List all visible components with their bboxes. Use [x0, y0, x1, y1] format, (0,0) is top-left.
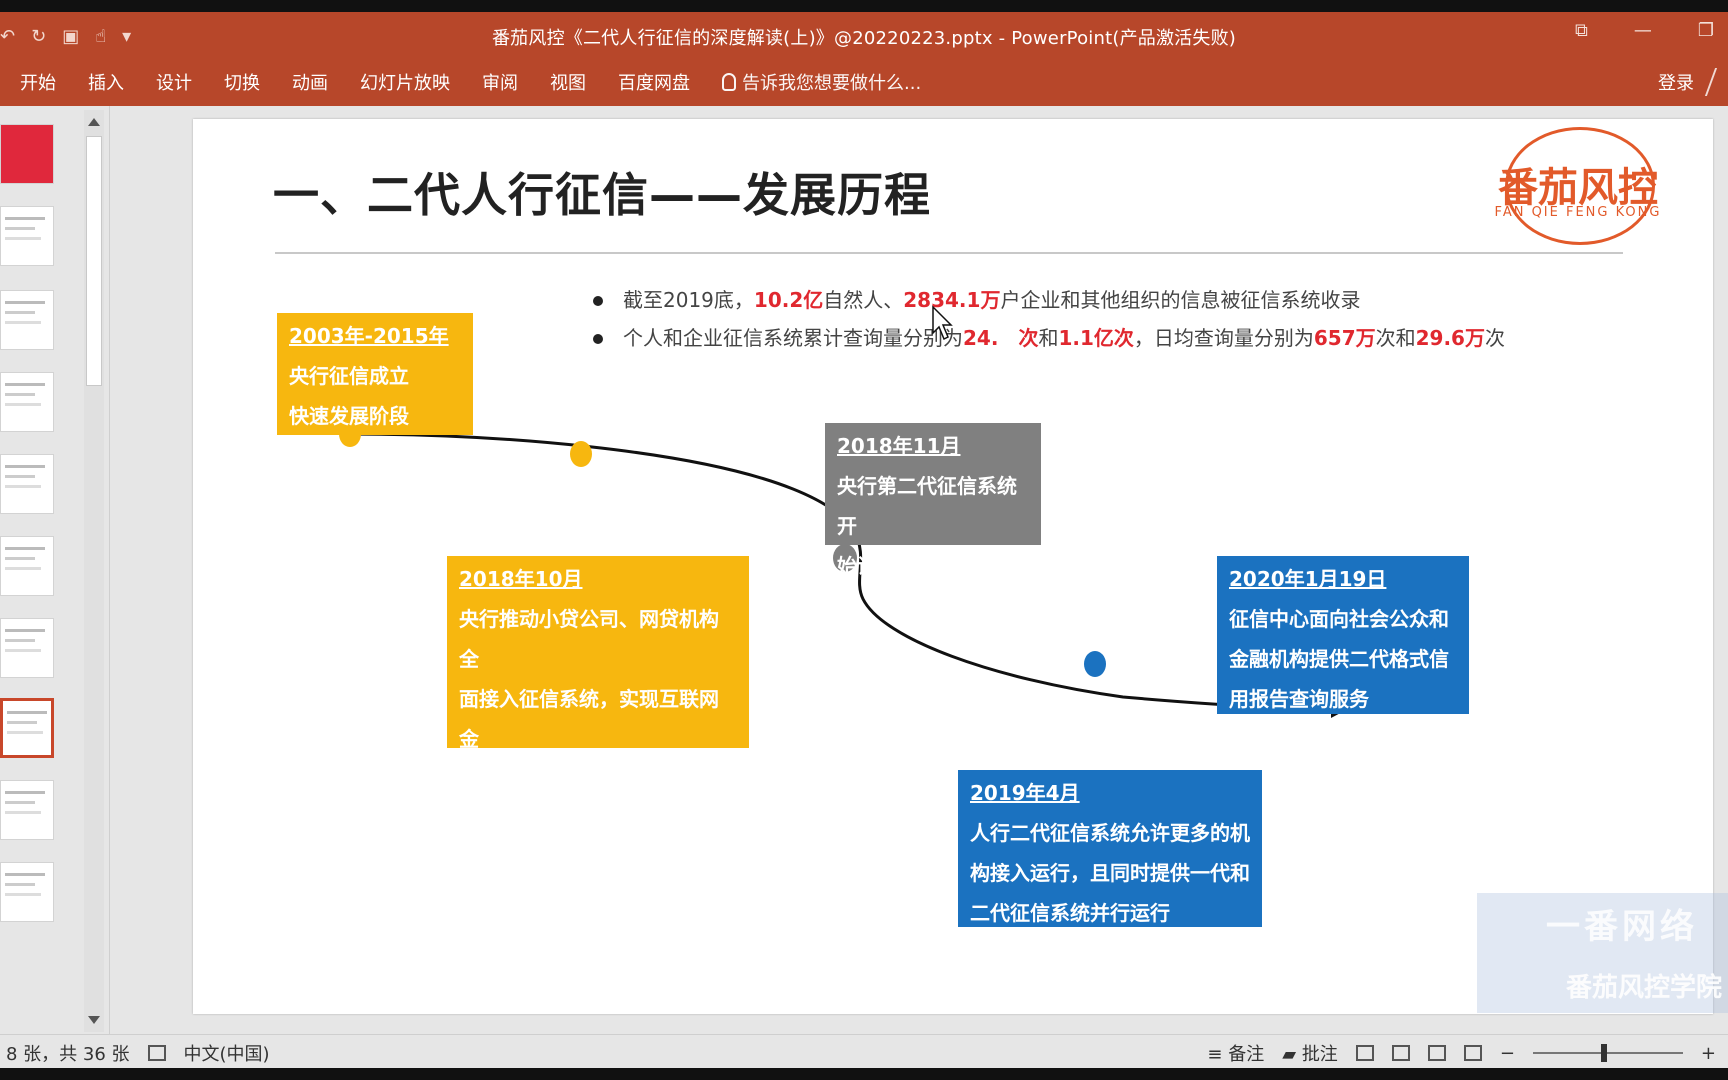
- slide-thumbnail[interactable]: [0, 618, 54, 678]
- zoom-slider-knob[interactable]: [1600, 1044, 1607, 1062]
- milestone-dot: [1084, 651, 1106, 677]
- zoom-out-icon[interactable]: −: [1500, 1043, 1515, 1064]
- tell-me-text: 告诉我您想要做什么...: [742, 73, 922, 94]
- scroll-up-icon[interactable]: [88, 118, 100, 126]
- milestone-dot: [570, 441, 592, 467]
- title-bar: ↶ ↻ ▣ ☝ ▾ 番茄风控《二代人行征信的深度解读(上)》@20220223.…: [0, 12, 1728, 60]
- thumbnail-scrollbar[interactable]: [84, 110, 104, 1032]
- box-text-line: 金融机构提供二代格式信: [1229, 647, 1449, 671]
- mouse-cursor: [932, 305, 953, 341]
- language-indicator[interactable]: 中文(中国): [184, 1040, 270, 1066]
- tell-me-search[interactable]: 告诉我您想要做什么...: [722, 69, 921, 95]
- tab-transitions[interactable]: 切换: [224, 69, 260, 95]
- share-icon[interactable]: [1704, 68, 1728, 96]
- ribbon-display-icon[interactable]: ⧉: [1575, 20, 1588, 41]
- tab-slideshow[interactable]: 幻灯片放映: [360, 69, 450, 95]
- spellcheck-icon[interactable]: [147, 1045, 166, 1061]
- tab-baidu-netdisk[interactable]: 百度网盘: [618, 69, 690, 95]
- maximize-button[interactable]: ❐: [1698, 20, 1714, 41]
- reading-view-icon[interactable]: [1427, 1045, 1446, 1061]
- powerpoint-window: ↶ ↻ ▣ ☝ ▾ 番茄风控《二代人行征信的深度解读(上)》@20220223.…: [0, 0, 1728, 1080]
- box-date: 2003年-2015年: [289, 324, 449, 348]
- notes-label: 备注: [1228, 1044, 1265, 1065]
- timeline-box-2020-01[interactable]: 2020年1月19日 征信中心面向社会公众和 金融机构提供二代格式信 用报告查询…: [1217, 556, 1469, 714]
- window-title: 番茄风控《二代人行征信的深度解读(上)》@20220223.pptx - Pow…: [491, 28, 1237, 49]
- slide-thumbnail[interactable]: [0, 372, 54, 432]
- scroll-down-icon[interactable]: [88, 1016, 100, 1024]
- slide-thumbnail[interactable]: [0, 862, 54, 922]
- ribbon-tabs-bar: 开始 插入 设计 切换 动画 幻灯片放映 审阅 视图 百度网盘 告诉我您想要做什…: [0, 60, 1728, 106]
- box-text-line: 融、互联网电商等领域的信用信: [459, 767, 719, 831]
- minimize-button[interactable]: —: [1634, 20, 1652, 41]
- box-text-line: 面接入征信系统，实现互联网金: [459, 687, 719, 751]
- tab-home[interactable]: 开始: [20, 69, 56, 95]
- watermark-line1: 一番网络: [1546, 907, 1698, 947]
- lightbulb-icon: [722, 73, 736, 91]
- comments-button[interactable]: ▰ 批注: [1282, 1040, 1338, 1066]
- slide-thumbnail[interactable]: [0, 780, 54, 840]
- zoom-slider[interactable]: [1532, 1044, 1683, 1062]
- box-date: 2018年11月: [837, 434, 961, 458]
- slide-count: 8 张，共 36 张: [6, 1044, 130, 1065]
- box-date: 2018年10月: [459, 567, 583, 591]
- normal-view-icon[interactable]: [1355, 1045, 1374, 1061]
- slideshow-view-icon[interactable]: [1463, 1045, 1482, 1061]
- window-controls: ⧉ — ❐: [1575, 20, 1728, 41]
- slide-thumbnail[interactable]: [0, 206, 54, 266]
- slide-thumbnail[interactable]: [0, 536, 54, 596]
- tab-design[interactable]: 设计: [156, 69, 192, 95]
- slide[interactable]: 一、二代人行征信——发展历程 番茄风控 FAN QIE FENG KONG 截至…: [193, 119, 1713, 1014]
- login-button[interactable]: 登录: [1658, 69, 1694, 95]
- timeline-box-2018-11[interactable]: 2018年11月 央行第二代征信系统开 始试运行: [825, 423, 1041, 578]
- ribbon-tabs: 开始 插入 设计 切换 动画 幻灯片放映 审阅 视图 百度网盘 告诉我您想要做什…: [20, 69, 921, 95]
- box-text-line: 人行二代征信系统允许更多的机: [970, 821, 1250, 845]
- tab-view[interactable]: 视图: [550, 69, 586, 95]
- notes-button[interactable]: ≡ 备注: [1207, 1040, 1264, 1066]
- box-text-line: 始试运行: [837, 554, 917, 578]
- slide-thumbnail[interactable]: [0, 454, 54, 514]
- box-text-line: 央行第二代征信系统开: [837, 474, 1017, 538]
- zoom-in-icon[interactable]: +: [1701, 1043, 1716, 1064]
- box-date: 2020年1月19日: [1229, 567, 1387, 591]
- scrollbar-thumb[interactable]: [86, 136, 102, 386]
- timeline-box-2003[interactable]: 2003年-2015年 央行征信成立 快速发展阶段: [277, 313, 473, 435]
- screen-top-edge: [0, 0, 1728, 12]
- timeline-box-2018-10[interactable]: 2018年10月 央行推动小贷公司、网贷机构全 面接入征信系统，实现互联网金 融…: [447, 556, 749, 871]
- video-watermark: 一番网络 番茄风控学院: [1477, 893, 1728, 1013]
- comments-label: 批注: [1301, 1044, 1338, 1065]
- slide-thumbnail-selected[interactable]: [0, 698, 54, 758]
- screen-bottom-edge: [0, 1068, 1728, 1080]
- box-text-line: 息覆盖。: [459, 847, 539, 871]
- tab-animations[interactable]: 动画: [292, 69, 328, 95]
- slide-thumbnail[interactable]: [0, 124, 54, 184]
- box-text-line: 征信中心面向社会公众和: [1229, 607, 1449, 631]
- status-right: ≡ 备注 ▰ 批注 − +: [1207, 1040, 1716, 1066]
- watermark-line2: 番茄风控学院: [1565, 973, 1722, 1003]
- slide-thumbnail[interactable]: [0, 290, 54, 350]
- tab-insert[interactable]: 插入: [88, 69, 124, 95]
- box-text-line: 央行推动小贷公司、网贷机构全: [459, 607, 719, 671]
- status-left: 8 张，共 36 张 中文(中国): [6, 1040, 270, 1066]
- tab-review[interactable]: 审阅: [482, 69, 518, 95]
- box-text-line: 二代征信系统并行运行: [970, 901, 1170, 925]
- status-bar: 8 张，共 36 张 中文(中国) ≡ 备注 ▰ 批注 − +: [0, 1034, 1728, 1068]
- timeline-box-2019-04[interactable]: 2019年4月 人行二代征信系统允许更多的机 构接入运行，且同时提供一代和 二代…: [958, 770, 1262, 927]
- box-date: 2019年4月: [970, 781, 1080, 805]
- box-text-line: 央行征信成立: [289, 364, 409, 388]
- box-text-line: 用报告查询服务: [1229, 687, 1369, 711]
- slide-sorter-icon[interactable]: [1391, 1045, 1410, 1061]
- box-text-line: 快速发展阶段: [289, 404, 409, 428]
- box-text-line: 构接入运行，且同时提供一代和: [970, 861, 1250, 885]
